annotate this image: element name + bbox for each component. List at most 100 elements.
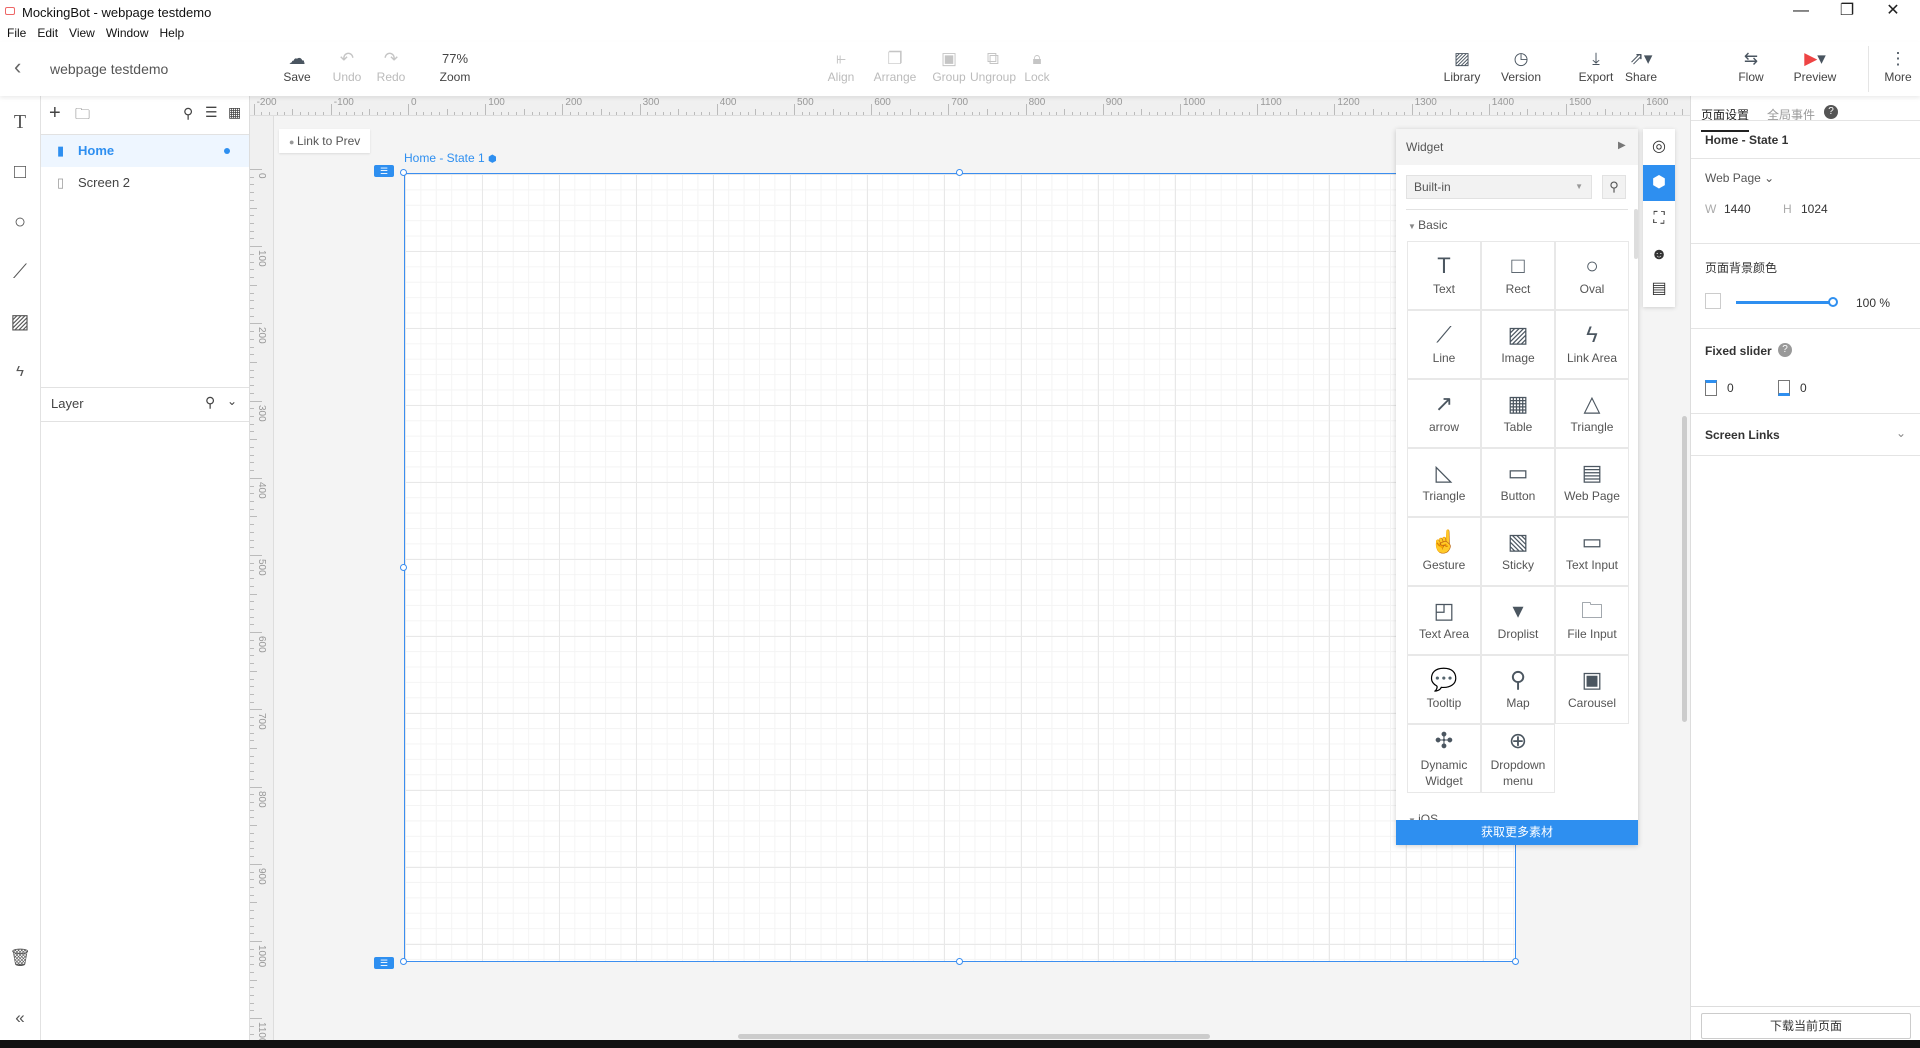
page-item-home[interactable]: ▮ Home xyxy=(41,135,249,167)
widget-item[interactable]: ϟ Link Area xyxy=(1555,310,1629,379)
device-select[interactable]: Web Page ⌄ xyxy=(1705,171,1774,185)
fixed-bottom-value[interactable]: 0 xyxy=(1800,381,1807,395)
line-tool-icon[interactable]: ⟋ xyxy=(8,260,32,284)
menu-view[interactable]: View xyxy=(69,26,95,40)
widget-item[interactable]: ⟋ Line xyxy=(1407,310,1481,379)
widget-scrollbar[interactable] xyxy=(1634,209,1638,259)
widget-item[interactable]: ○ Oval xyxy=(1555,241,1629,310)
download-page-button[interactable]: 下载当前页面 xyxy=(1701,1013,1911,1039)
artboard-bottom-flag-icon[interactable]: ☰ xyxy=(374,957,394,969)
add-folder-icon[interactable]: 🗀 xyxy=(75,104,90,129)
target-icon[interactable]: ◎ xyxy=(1643,129,1675,165)
opacity-slider[interactable] xyxy=(1736,301,1832,304)
lock-button[interactable]: 🔒︎ Lock xyxy=(1013,48,1061,84)
grid-view-icon[interactable]: ▦ xyxy=(228,104,241,121)
fixed-top-value[interactable]: 0 xyxy=(1727,381,1734,395)
trash-icon[interactable]: 🗑︎ xyxy=(8,946,32,970)
widget-item[interactable]: ▣ Carousel xyxy=(1555,655,1629,724)
link-area-tool-icon[interactable]: ϟ xyxy=(8,360,32,384)
widget-item[interactable]: ✣ Dynamic Widget xyxy=(1407,724,1481,793)
maximize-button[interactable]: ❐ xyxy=(1824,0,1870,24)
widget-item[interactable]: ⊕ Dropdown menu xyxy=(1481,724,1555,793)
widget-item[interactable]: 💬 Tooltip xyxy=(1407,655,1481,724)
widget-item[interactable]: ⚲ Map xyxy=(1481,655,1555,724)
preview-button[interactable]: ▶▾ Preview xyxy=(1789,48,1841,84)
menu-window[interactable]: Window xyxy=(106,26,149,40)
template-icon[interactable]: ▤ xyxy=(1643,271,1675,307)
close-button[interactable]: ✕ xyxy=(1870,0,1916,24)
widget-item[interactable]: ↗ arrow xyxy=(1407,379,1481,448)
component-icon[interactable]: ⛶ xyxy=(1643,201,1675,237)
link-to-prev-button[interactable]: ● Link to Prev xyxy=(279,129,370,153)
resize-handle[interactable] xyxy=(400,169,407,176)
oval-tool-icon[interactable]: ○ xyxy=(8,210,32,234)
get-more-assets-button[interactable]: 获取更多素材 xyxy=(1396,820,1638,845)
align-button[interactable]: ⫦ Align xyxy=(817,48,865,84)
section-basic[interactable]: ▼ Basic xyxy=(1408,218,1447,232)
text-tool-icon[interactable]: T xyxy=(8,110,32,134)
redo-button[interactable]: ↷ Redo xyxy=(367,48,415,84)
settings-icon[interactable]: ⬢ xyxy=(488,154,497,165)
artboard[interactable] xyxy=(404,173,1516,962)
width-input[interactable]: 1440 xyxy=(1724,202,1751,216)
widget-item[interactable]: ▤ Web Page xyxy=(1555,448,1629,517)
page-item-screen-2[interactable]: ▯ Screen 2 xyxy=(41,167,249,199)
resize-handle[interactable] xyxy=(956,169,963,176)
undo-button[interactable]: ↶ Undo xyxy=(323,48,371,84)
minimize-button[interactable]: — xyxy=(1778,0,1824,24)
flow-button[interactable]: ⇆ Flow xyxy=(1727,48,1775,84)
artboard-top-flag-icon[interactable]: ☰ xyxy=(374,165,394,177)
zoom-dropdown[interactable]: 77% Zoom xyxy=(430,48,480,84)
color-swatch[interactable] xyxy=(1705,293,1721,309)
menu-file[interactable]: File xyxy=(7,26,26,40)
rect-tool-icon[interactable]: □ xyxy=(8,160,32,184)
sort-icon[interactable]: ☰ xyxy=(205,104,218,121)
collapse-icon[interactable]: « xyxy=(8,1006,32,1030)
widget-search-button[interactable]: ⚲ xyxy=(1602,175,1626,199)
slider-handle[interactable] xyxy=(1828,297,1838,307)
artboard-state-label[interactable]: Home - State 1 ⬢ xyxy=(404,151,497,165)
search-icon[interactable]: ⚲ xyxy=(183,105,193,122)
widget-item[interactable]: ▧ Sticky xyxy=(1481,517,1555,586)
resize-handle[interactable] xyxy=(956,958,963,965)
screen-links-section[interactable]: Screen Links ⌄ xyxy=(1691,414,1920,456)
menu-edit[interactable]: Edit xyxy=(37,26,58,40)
widget-item[interactable]: ◰ Text Area xyxy=(1407,586,1481,655)
widget-item[interactable]: □ Rect xyxy=(1481,241,1555,310)
back-button[interactable]: ‹ xyxy=(14,54,21,80)
widget-cube-icon[interactable]: ⬢ xyxy=(1643,165,1675,201)
widget-item[interactable]: ◺ Triangle xyxy=(1407,448,1481,517)
horizontal-scrollbar[interactable] xyxy=(738,1034,1210,1039)
library-button[interactable]: ▨ Library xyxy=(1438,48,1486,84)
height-input[interactable]: 1024 xyxy=(1801,202,1828,216)
version-button[interactable]: ◷ Version xyxy=(1497,48,1545,84)
vertical-scrollbar[interactable] xyxy=(1682,416,1687,722)
export-button[interactable]: ⤓ Export xyxy=(1572,48,1620,84)
resize-handle[interactable] xyxy=(400,958,407,965)
chevron-down-icon[interactable]: ⌄ xyxy=(227,394,237,408)
widget-item[interactable]: 🗀 File Input xyxy=(1555,586,1629,655)
caret-right-icon[interactable]: ▶ xyxy=(1618,140,1626,151)
widget-item[interactable]: ☝ Gesture xyxy=(1407,517,1481,586)
emoji-icon[interactable]: ☻ xyxy=(1643,237,1675,273)
image-tool-icon[interactable]: ▨ xyxy=(8,310,32,334)
group-button[interactable]: ▣ Group xyxy=(925,48,973,84)
widget-item[interactable]: △ Triangle xyxy=(1555,379,1629,448)
widget-item[interactable]: ▭ Text Input xyxy=(1555,517,1629,586)
widget-item[interactable]: ▨ Image xyxy=(1481,310,1555,379)
widget-item[interactable]: ▦ Table xyxy=(1481,379,1555,448)
ungroup-button[interactable]: ⧉ Ungroup xyxy=(969,48,1017,84)
widget-item[interactable]: ▭ Button xyxy=(1481,448,1555,517)
widget-item[interactable]: ▾ Droplist xyxy=(1481,586,1555,655)
help-icon[interactable]: ? xyxy=(1778,343,1792,357)
widget-item[interactable]: T Text xyxy=(1407,241,1481,310)
library-select[interactable]: Built-in ▼ xyxy=(1406,175,1592,199)
layer-search-icon[interactable]: ⚲ xyxy=(205,394,215,411)
more-button[interactable]: ⋮ More xyxy=(1874,48,1920,84)
resize-handle[interactable] xyxy=(1512,958,1519,965)
share-button[interactable]: ⇗▾ Share xyxy=(1617,48,1665,84)
arrange-button[interactable]: ❐ Arrange xyxy=(871,48,919,84)
menu-help[interactable]: Help xyxy=(160,26,185,40)
resize-handle[interactable] xyxy=(400,564,407,571)
add-page-icon[interactable]: + xyxy=(49,102,61,125)
